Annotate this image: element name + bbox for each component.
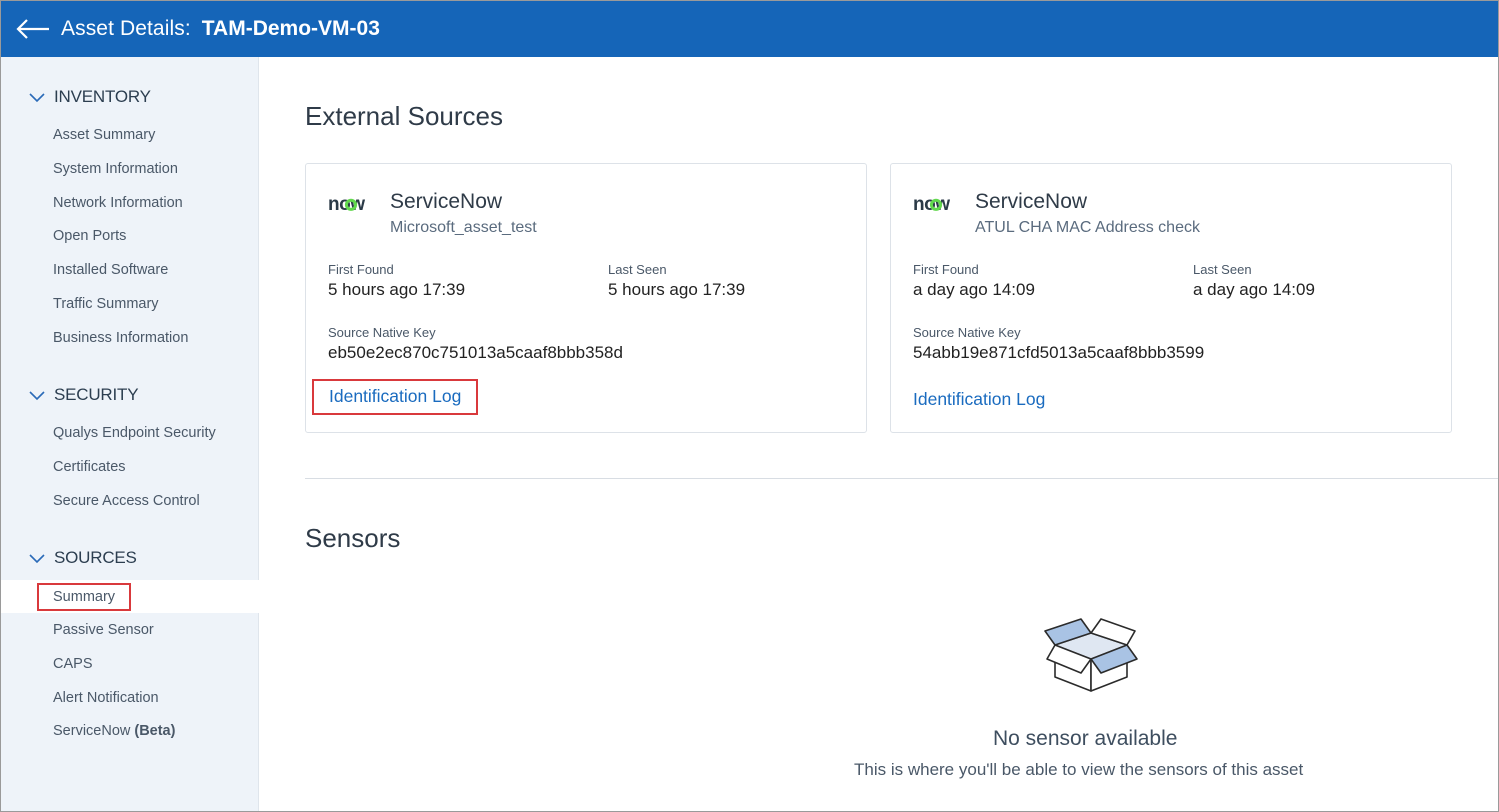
sidebar-item-secure-access-control[interactable]: Secure Access Control — [1, 484, 259, 517]
sidebar-item-installed-software[interactable]: Installed Software — [1, 253, 259, 286]
sidebar-item-label: System Information — [53, 160, 178, 177]
sidebar-item-asset-summary[interactable]: Asset Summary — [1, 118, 259, 151]
identification-log-link[interactable]: Identification Log — [312, 379, 479, 415]
sidebar-item-certificates[interactable]: Certificates — [1, 450, 259, 483]
sidebar-item-passive-sensor[interactable]: Passive Sensor — [1, 613, 259, 646]
first-found-label: First Found — [913, 262, 979, 277]
sidebar-item-summary[interactable]: Summary — [1, 580, 259, 613]
servicenow-logo-icon: now — [328, 196, 366, 212]
sidebar-item-label: Passive Sensor — [53, 621, 154, 638]
identification-log-link[interactable]: Identification Log — [913, 389, 1045, 410]
sidebar-section-sources: SOURCES — [1, 546, 259, 570]
sidebar-item-label: Certificates — [53, 458, 126, 475]
section-divider — [305, 478, 1498, 479]
source-card: now ServiceNow Microsoft_asset_test Firs… — [305, 163, 867, 433]
last-seen-value: 5 hours ago 17:39 — [608, 280, 746, 299]
last-seen-value: a day ago 14:09 — [1193, 280, 1315, 299]
source-subtitle: Microsoft_asset_test — [390, 219, 537, 236]
arrow-left-icon[interactable] — [15, 17, 51, 41]
source-name: ServiceNow — [975, 190, 1088, 213]
sidebar-item-label: Installed Software — [53, 261, 169, 278]
source-subtitle: ATUL CHA MAC Address check — [975, 219, 1200, 236]
sidebar-item-label: CAPS — [53, 655, 93, 672]
sidebar-item-label: Open Ports — [53, 227, 127, 244]
sidebar: INVENTORY Asset Summary System Informati… — [1, 57, 259, 811]
sidebar-heading-label: SECURITY — [54, 385, 139, 404]
empty-box-icon — [1044, 618, 1138, 692]
first-found-label: First Found — [328, 262, 394, 277]
sidebar-item-label: Business Information — [53, 329, 189, 346]
sidebar-item-label: ServiceNow — [53, 722, 131, 739]
main-content: External Sources now ServiceNow Microsof… — [260, 57, 1498, 811]
chevron-down-icon — [29, 93, 45, 103]
chevron-down-icon — [29, 554, 45, 564]
sidebar-item-qualys-endpoint-security[interactable]: Qualys Endpoint Security — [1, 416, 259, 449]
sidebar-heading-sources[interactable]: SOURCES — [1, 546, 259, 570]
sidebar-heading-security[interactable]: SECURITY — [1, 383, 259, 407]
source-name: ServiceNow — [390, 190, 503, 213]
last-seen-label: Last Seen — [1193, 262, 1252, 277]
beta-badge: (Beta) — [134, 722, 176, 739]
first-found-value: 5 hours ago 17:39 — [328, 280, 466, 299]
sidebar-heading-label: SOURCES — [54, 548, 137, 567]
sidebar-item-label: Qualys Endpoint Security — [53, 424, 216, 441]
sidebar-item-business-information[interactable]: Business Information — [1, 321, 259, 354]
sidebar-item-label: Alert Notification — [53, 689, 159, 706]
sidebar-item-servicenow-beta[interactable]: ServiceNow (Beta) — [1, 714, 259, 747]
sidebar-section-inventory: INVENTORY — [1, 85, 259, 109]
sidebar-item-label: Asset Summary — [53, 126, 156, 143]
sidebar-item-label: Network Information — [53, 194, 183, 211]
sidebar-item-network-information[interactable]: Network Information — [1, 186, 259, 219]
native-key-label: Source Native Key — [913, 325, 1021, 340]
sidebar-item-label: Secure Access Control — [53, 492, 200, 509]
sensors-title: Sensors — [305, 523, 401, 553]
native-key-value: eb50e2ec870c751013a5caaf8bbb358d — [328, 343, 623, 362]
empty-state-title: No sensor available — [993, 727, 1178, 750]
app-window: Asset Details: TAM-Demo-VM-03 INVENTORY … — [0, 0, 1499, 812]
chevron-down-icon — [29, 391, 45, 401]
sidebar-item-traffic-summary[interactable]: Traffic Summary — [1, 287, 259, 320]
page-title-label: Asset Details: — [61, 17, 191, 40]
sidebar-item-caps[interactable]: CAPS — [1, 647, 259, 680]
sidebar-section-security: SECURITY — [1, 383, 259, 407]
sidebar-item-label: Summary — [37, 582, 132, 611]
asset-name: TAM-Demo-VM-03 — [201, 17, 380, 40]
page-header: Asset Details: TAM-Demo-VM-03 — [1, 1, 1498, 57]
empty-state-subtitle: This is where you'll be able to view the… — [854, 760, 1304, 779]
sidebar-item-alert-notification[interactable]: Alert Notification — [1, 681, 259, 714]
first-found-value: a day ago 14:09 — [913, 280, 1035, 299]
sidebar-item-system-information[interactable]: System Information — [1, 152, 259, 185]
native-key-label: Source Native Key — [328, 325, 436, 340]
sidebar-heading-inventory[interactable]: INVENTORY — [1, 85, 259, 109]
source-card: now ServiceNow ATUL CHA MAC Address chec… — [890, 163, 1452, 433]
sidebar-item-label: Traffic Summary — [53, 295, 159, 312]
native-key-value: 54abb19e871cfd5013a5caaf8bbb3599 — [913, 343, 1205, 362]
external-sources-title: External Sources — [305, 101, 503, 131]
last-seen-label: Last Seen — [608, 262, 667, 277]
servicenow-logo-icon: now — [913, 196, 951, 212]
sidebar-heading-label: INVENTORY — [54, 87, 151, 106]
sidebar-item-open-ports[interactable]: Open Ports — [1, 219, 259, 252]
